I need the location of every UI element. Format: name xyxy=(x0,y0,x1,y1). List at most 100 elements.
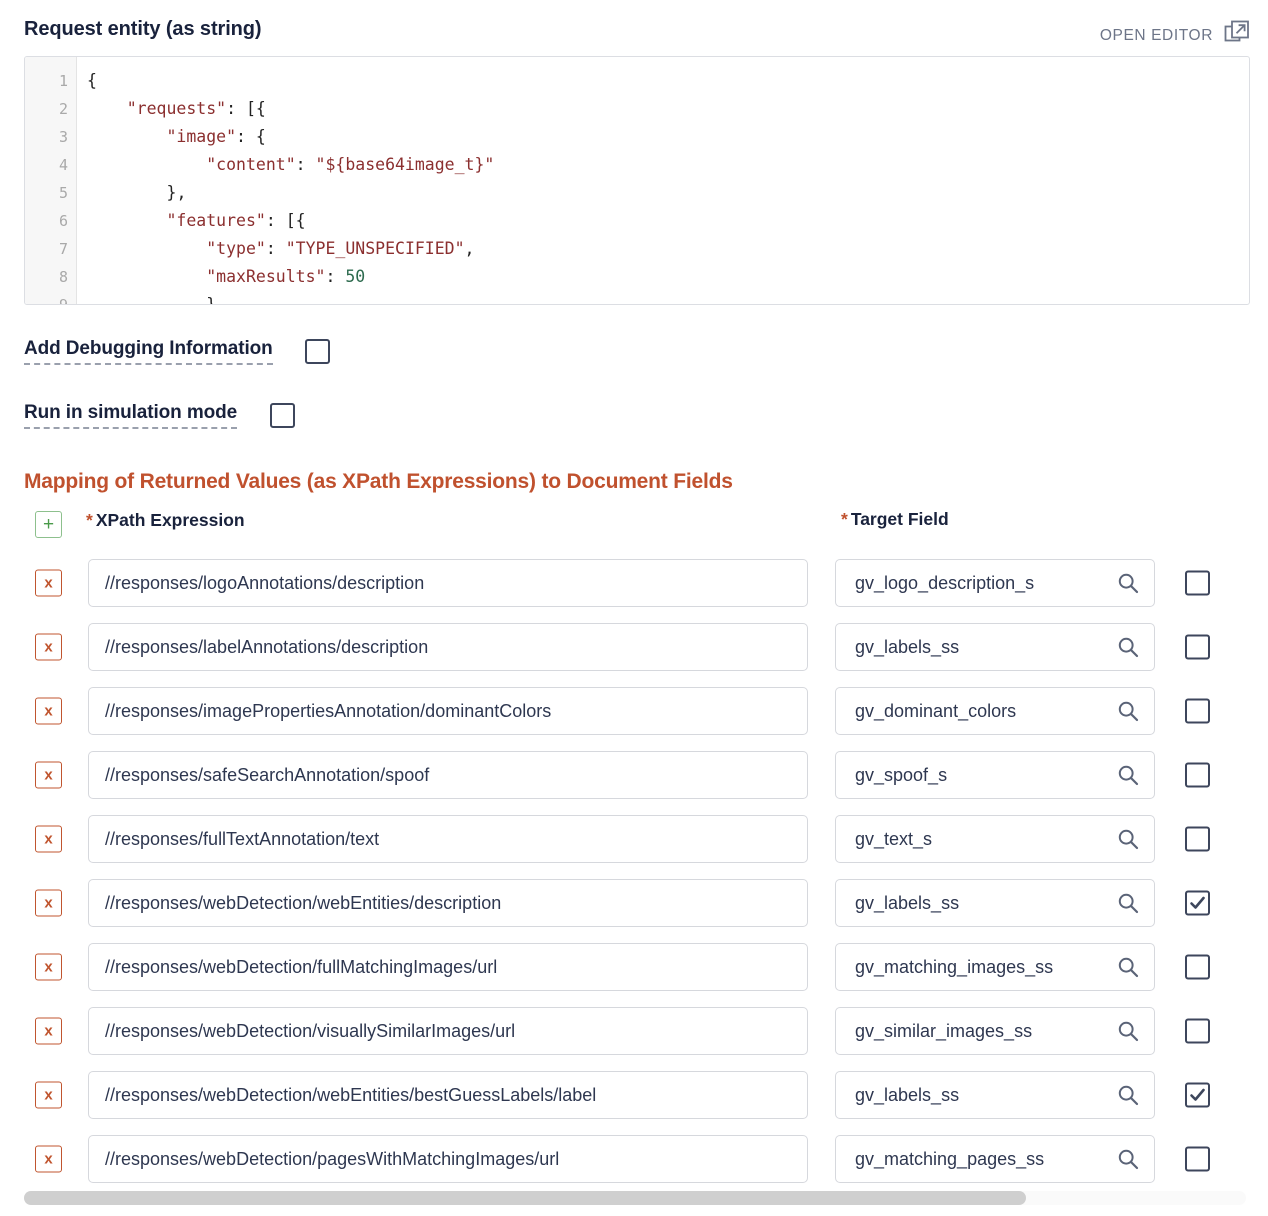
xpath-expression-input[interactable]: //responses/webDetection/pagesWithMatchi… xyxy=(88,1135,808,1183)
open-editor-label: OPEN EDITOR xyxy=(1099,26,1213,44)
delete-mapping-row-button[interactable]: x xyxy=(35,1145,62,1173)
xpath-expression-value: //responses/fullTextAnnotation/text xyxy=(105,828,380,849)
line-number: 6 xyxy=(58,212,68,230)
xpath-expression-input[interactable]: //responses/imagePropertiesAnnotation/do… xyxy=(88,687,808,735)
mapping-row-checkbox[interactable] xyxy=(1185,698,1210,724)
horizontal-scrollbar[interactable] xyxy=(24,1191,1246,1205)
line-number: 3 xyxy=(58,128,68,146)
delete-mapping-row-button[interactable]: x xyxy=(35,697,62,725)
target-field-input[interactable]: gv_labels_ss xyxy=(835,623,1155,671)
line-number-gutter: 1 2 3 4 5 6 7 8 9 xyxy=(25,57,77,304)
target-field-input[interactable]: gv_matching_images_ss xyxy=(835,943,1155,991)
column-header-xpath-expression: * XPath Expression xyxy=(86,510,245,531)
xpath-expression-input[interactable]: //responses/labelAnnotations/description xyxy=(88,623,808,671)
mapping-row: x //responses/webDetection/pagesWithMatch… xyxy=(0,1127,1268,1191)
target-field-value: gv_dominant_colors xyxy=(855,700,1017,721)
required-marker: * xyxy=(86,510,93,530)
magnifier-icon[interactable] xyxy=(1116,635,1140,659)
target-field-input[interactable]: gv_matching_pages_ss xyxy=(835,1135,1155,1183)
xpath-expression-input[interactable]: //responses/fullTextAnnotation/text xyxy=(88,815,808,863)
xpath-expression-input[interactable]: //responses/safeSearchAnnotation/spoof xyxy=(88,751,808,799)
column-header-label: Target Field xyxy=(850,509,949,529)
mapping-row-checkbox[interactable] xyxy=(1185,890,1210,916)
target-field-input[interactable]: gv_labels_ss xyxy=(835,1071,1155,1119)
magnifier-icon[interactable] xyxy=(1116,1019,1140,1043)
line-number: 5 xyxy=(58,184,68,202)
mapping-row: x //responses/webDetection/webEntities/de… xyxy=(0,871,1268,935)
open-editor-button[interactable]: OPEN EDITOR xyxy=(1100,20,1250,51)
target-field-input[interactable]: gv_spoof_s xyxy=(835,751,1155,799)
page-title: Request entity (as string) xyxy=(24,18,262,40)
target-field-input[interactable]: gv_text_s xyxy=(835,815,1155,863)
target-field-value: gv_labels_ss xyxy=(855,636,960,657)
code-content[interactable]: { "requests": [{ "image": { "content": "… xyxy=(77,57,1249,304)
mapping-row-checkbox[interactable] xyxy=(1185,1082,1210,1108)
mapping-row-checkbox[interactable] xyxy=(1185,954,1210,980)
xpath-expression-input[interactable]: //responses/logoAnnotations/description xyxy=(88,559,808,607)
code-line: { xyxy=(87,71,97,90)
code-line: "features": [{ xyxy=(166,211,306,230)
target-field-input[interactable]: gv_logo_description_s xyxy=(835,559,1155,607)
external-link-icon[interactable] xyxy=(1224,20,1250,51)
xpath-expression-value: //responses/imagePropertiesAnnotation/do… xyxy=(105,700,552,721)
xpath-expression-input[interactable]: //responses/webDetection/webEntities/bes… xyxy=(88,1071,808,1119)
xpath-expression-input[interactable]: //responses/webDetection/visuallySimilar… xyxy=(88,1007,808,1055)
mapping-row-checkbox[interactable] xyxy=(1185,1018,1210,1044)
code-line: "content": "${base64image_t}" xyxy=(206,155,495,174)
magnifier-icon[interactable] xyxy=(1116,699,1140,723)
mapping-row: x //responses/safeSearchAnnotation/spoof g… xyxy=(0,743,1268,807)
delete-mapping-row-button[interactable]: x xyxy=(35,633,62,661)
code-line: }, xyxy=(206,295,227,305)
xpath-expression-value: //responses/webDetection/webEntities/des… xyxy=(105,892,502,913)
magnifier-icon[interactable] xyxy=(1116,955,1140,979)
delete-mapping-row-button[interactable]: x xyxy=(35,569,62,597)
request-entity-code-editor[interactable]: 1 2 3 4 5 6 7 8 9 { "requests": [{ "image": { "c… xyxy=(24,56,1250,305)
mapping-section-title: Mapping of Returned Values (as XPath Exp… xyxy=(24,470,733,493)
mapping-row: x //responses/fullTextAnnotation/text gv_t… xyxy=(0,807,1268,871)
magnifier-icon[interactable] xyxy=(1116,827,1140,851)
mapping-row: x //responses/logoAnnotations/description… xyxy=(0,551,1268,615)
target-field-input[interactable]: gv_dominant_colors xyxy=(835,687,1155,735)
magnifier-icon[interactable] xyxy=(1116,571,1140,595)
add-mapping-row-button[interactable]: + xyxy=(35,511,62,538)
magnifier-icon[interactable] xyxy=(1116,1147,1140,1171)
mapping-row-checkbox[interactable] xyxy=(1185,762,1210,788)
target-field-value: gv_logo_description_s xyxy=(855,572,1035,593)
target-field-value: gv_matching_pages_ss xyxy=(855,1148,1045,1169)
add-debugging-information-checkbox[interactable] xyxy=(304,339,330,364)
delete-mapping-row-button[interactable]: x xyxy=(35,953,62,981)
line-number: 1 xyxy=(58,72,68,90)
request-entity-header: Request entity (as string) OPEN EDITOR xyxy=(0,18,1268,52)
magnifier-icon[interactable] xyxy=(1116,891,1140,915)
horizontal-scrollbar-thumb[interactable] xyxy=(24,1191,1027,1205)
delete-mapping-row-button[interactable]: x xyxy=(35,825,62,853)
delete-mapping-row-button[interactable]: x xyxy=(35,1017,62,1045)
code-line: }, xyxy=(166,183,187,202)
xpath-expression-input[interactable]: //responses/webDetection/webEntities/des… xyxy=(88,879,808,927)
line-number: 2 xyxy=(58,100,68,118)
code-line: "image": { xyxy=(166,127,266,146)
target-field-value: gv_labels_ss xyxy=(855,1084,960,1105)
line-number: 7 xyxy=(58,240,68,258)
delete-mapping-row-button[interactable]: x xyxy=(35,889,62,917)
mapping-row-checkbox[interactable] xyxy=(1185,570,1210,596)
target-field-input[interactable]: gv_similar_images_ss xyxy=(835,1007,1155,1055)
target-field-value: gv_similar_images_ss xyxy=(855,1020,1033,1041)
mapping-row: x //responses/webDetection/fullMatchingIm… xyxy=(0,935,1268,999)
mapping-row-checkbox[interactable] xyxy=(1185,1146,1210,1172)
line-number: 4 xyxy=(58,156,68,174)
delete-mapping-row-button[interactable]: x xyxy=(35,761,62,789)
xpath-expression-input[interactable]: //responses/webDetection/fullMatchingIma… xyxy=(88,943,808,991)
target-field-value: gv_labels_ss xyxy=(855,892,960,913)
delete-mapping-row-button[interactable]: x xyxy=(35,1081,62,1109)
mapping-row-checkbox[interactable] xyxy=(1185,826,1210,852)
mapping-row-checkbox[interactable] xyxy=(1185,634,1210,660)
xpath-expression-value: //responses/safeSearchAnnotation/spoof xyxy=(105,764,430,785)
code-line: "maxResults": 50 xyxy=(206,267,366,286)
run-in-simulation-mode-checkbox[interactable] xyxy=(270,403,296,428)
magnifier-icon[interactable] xyxy=(1116,1083,1140,1107)
target-field-input[interactable]: gv_labels_ss xyxy=(835,879,1155,927)
toggle-row-add-debugging-information: Add Debugging Information xyxy=(24,338,330,365)
magnifier-icon[interactable] xyxy=(1116,763,1140,787)
column-header-label: XPath Expression xyxy=(95,510,245,530)
